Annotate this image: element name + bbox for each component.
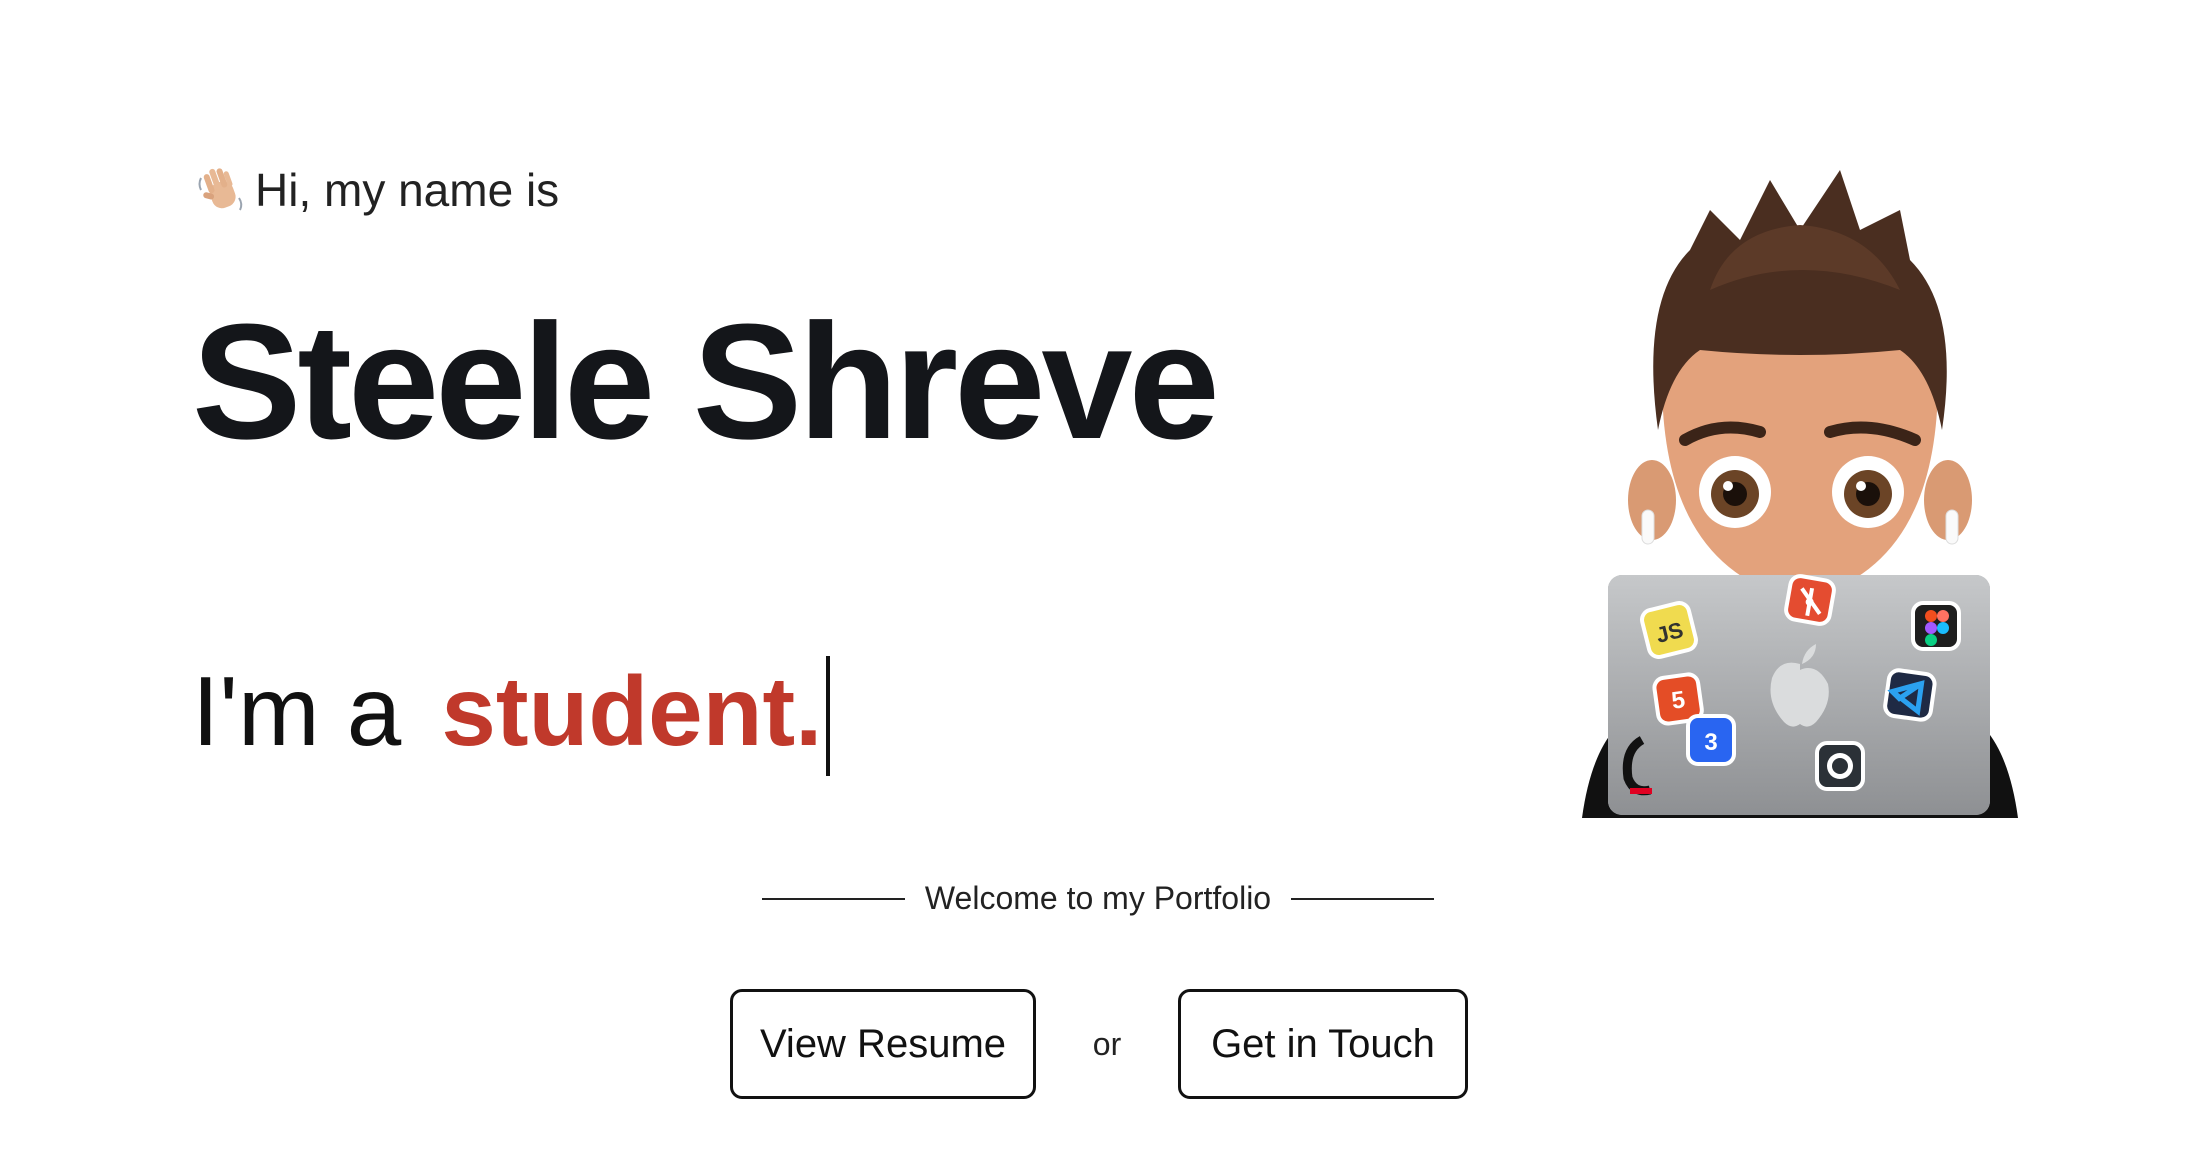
- divider-line-left: [762, 897, 905, 900]
- typing-role-line: I'm a student.: [192, 640, 831, 776]
- vscode-sticker-icon: [1883, 668, 1937, 722]
- welcome-text: Welcome to my Portfolio: [924, 880, 1272, 916]
- greeting-text: Hi, my name is: [255, 164, 560, 216]
- greeting: Hi, my name is: [195, 160, 559, 220]
- waving-hand-icon: [198, 168, 243, 211]
- or-separator: or: [1092, 1025, 1122, 1062]
- view-resume-button[interactable]: View Resume: [730, 989, 1036, 1099]
- cta-group: View Resume or Get in Touch: [730, 989, 1468, 1099]
- portfolio-hero: Hi, my name is Steele Shreve I'm a stude…: [0, 0, 2185, 1155]
- css3-sticker-icon: 3: [1686, 714, 1736, 766]
- js-sticker-icon: JS: [1640, 601, 1698, 659]
- github-sticker-icon: [1815, 741, 1865, 791]
- memoji-avatar-image: JS 5 3: [1582, 170, 2018, 818]
- divider-line-right: [1291, 897, 1434, 900]
- role-prefix: I'm a: [192, 656, 402, 766]
- figma-sticker-icon: [1911, 601, 1961, 651]
- role-word: student.: [441, 656, 823, 766]
- get-in-touch-button[interactable]: Get in Touch: [1178, 989, 1468, 1099]
- page-title: Steele Shreve: [192, 290, 1220, 473]
- welcome-divider: Welcome to my Portfolio: [762, 880, 1434, 917]
- typing-caret: [826, 656, 831, 776]
- svg-text:3: 3: [1704, 729, 1717, 756]
- git-sticker-icon: [1784, 574, 1836, 626]
